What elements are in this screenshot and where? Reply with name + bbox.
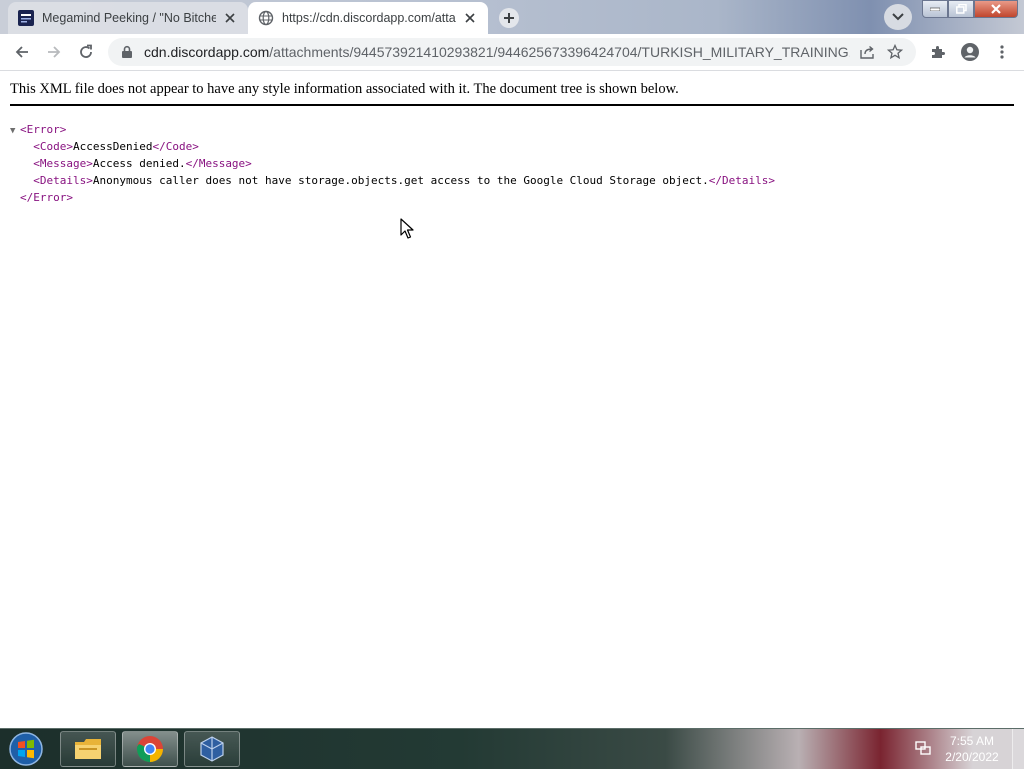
forward-button[interactable] [40,38,68,66]
globe-icon [258,10,274,26]
taskbar-virtualbox[interactable] [184,731,240,767]
xml-text: Access denied. [92,157,186,170]
mouse-pointer-icon [400,218,414,239]
xml-details-line: <Details>Anonymous caller does not have … [10,173,775,190]
close-tab-icon[interactable] [462,10,478,26]
close-window-button[interactable] [974,0,1018,18]
chrome-icon [136,736,163,763]
share-icon [859,45,874,59]
address-bar[interactable]: cdn.discordapp.com/attachments/944573921… [108,38,916,66]
tab-search-button[interactable] [884,4,912,30]
clock-date: 2/20/2022 [945,750,999,764]
tab-strip: Megamind Peeking / "No Bitches?" | Know … [0,0,1024,34]
lock-icon[interactable] [120,45,134,59]
xml-root-close-line: </Error> [10,190,775,207]
page-content: This XML file does not appear to have an… [0,71,1024,728]
url-text[interactable]: cdn.discordapp.com/attachments/944573921… [144,44,850,60]
window-controls [922,0,1018,20]
arrow-right-icon [48,46,61,58]
bookmark-button[interactable] [884,41,906,63]
file-explorer-icon [75,739,101,759]
kym-favicon-icon [18,10,34,26]
taskbar-chrome[interactable] [122,731,178,767]
windows-taskbar: 7:55 AM 2/20/2022 [0,728,1024,769]
windows-logo-icon [9,732,43,766]
tab-discord-cdn[interactable]: https://cdn.discordapp.com/attachments/9… [248,2,488,34]
xml-tag: </Details> [708,174,775,187]
clock-time: 7:55 AM [949,734,995,748]
url-host: cdn.discordapp.com [144,44,270,60]
xml-message-line: <Message>Access denied.</Message> [10,156,775,173]
taskbar-clock[interactable]: 7:55 AM 2/20/2022 [936,733,1008,765]
xml-document-tree: ▼ <Error> <Code>AccessDenied</Code> <Mess… [10,122,775,207]
puzzle-icon [932,46,945,58]
url-path: /attachments/944573921410293821/94462567… [269,44,850,60]
minimize-button[interactable] [922,0,948,18]
reload-icon [80,44,92,58]
collapse-triangle-icon[interactable]: ▼ [10,124,20,139]
xml-tag: </Code> [152,140,199,153]
xml-tag: </Message> [185,157,252,170]
restore-button[interactable] [948,0,974,18]
kebab-menu-icon [1000,45,1004,59]
tab-title: Megamind Peeking / "No Bitches?" | Know … [42,11,216,25]
restore-icon [955,4,967,14]
xml-tag: <Error> [20,123,67,136]
arrow-left-icon [15,46,28,58]
xml-tag: </Error> [20,191,73,204]
extensions-button[interactable] [924,38,952,66]
xml-root-open-line[interactable]: ▼ <Error> [10,122,775,139]
browser-toolbar: cdn.discordapp.com/attachments/944573921… [0,34,1024,71]
start-button[interactable] [6,731,46,767]
plus-icon [499,8,519,28]
new-tab-button[interactable] [495,6,523,30]
xml-text: AccessDenied [73,140,153,153]
xml-code-line: <Code>AccessDenied</Code> [10,139,775,156]
xml-info-banner: This XML file does not appear to have an… [10,81,1014,106]
avatar-icon [961,43,979,61]
menu-button[interactable] [988,38,1016,66]
xml-tag: <Message> [33,157,93,170]
share-button[interactable] [856,41,878,63]
tab-title: https://cdn.discordapp.com/attachments/9… [282,11,456,25]
network-icon[interactable] [914,739,932,757]
xml-text: Anonymous caller does not have storage.o… [92,174,709,187]
xml-tag: <Details> [33,174,93,187]
tab-megamind[interactable]: Megamind Peeking / "No Bitches?" | Know … [8,2,248,34]
chevron-down-icon [892,13,904,21]
reload-button[interactable] [72,38,100,66]
back-button[interactable] [8,38,36,66]
show-desktop-button[interactable] [1012,729,1024,769]
xml-tag: <Code> [33,140,73,153]
profile-button[interactable] [956,38,984,66]
star-icon [887,44,903,60]
close-tab-icon[interactable] [222,10,238,26]
close-icon [991,4,1001,14]
minimize-icon [930,7,940,11]
virtualbox-icon [200,736,224,762]
taskbar-file-explorer[interactable] [60,731,116,767]
